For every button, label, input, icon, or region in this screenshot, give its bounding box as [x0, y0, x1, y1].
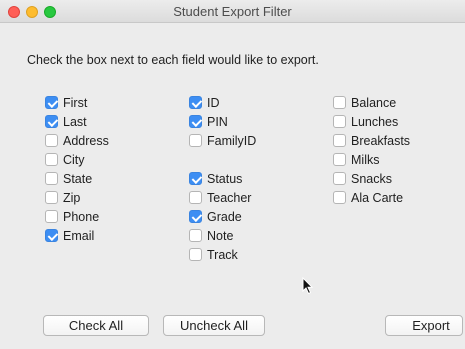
checkbox-snacks[interactable]: Snacks — [333, 170, 392, 187]
checkbox-grade[interactable]: Grade — [189, 208, 242, 225]
checkbox-status[interactable]: Status — [189, 170, 242, 187]
checkbox-label: Teacher — [207, 190, 252, 205]
checkbox-label: Note — [207, 228, 234, 243]
checkbox-label: State — [63, 171, 93, 186]
checkbox-last[interactable]: Last — [45, 113, 87, 130]
checkbox-ala-carte[interactable]: Ala Carte — [333, 189, 403, 206]
checkbox-id[interactable]: ID — [189, 94, 220, 111]
checkbox-familyid[interactable]: FamilyID — [189, 132, 256, 149]
checkbox-teacher[interactable]: Teacher — [189, 189, 251, 206]
checkbox-label: Breakfasts — [351, 133, 411, 148]
checkbox-box[interactable] — [45, 153, 58, 166]
checkbox-box[interactable] — [189, 172, 202, 185]
export-button[interactable]: Export — [385, 315, 463, 336]
checkbox-email[interactable]: Email — [45, 227, 94, 244]
checkbox-box[interactable] — [45, 191, 58, 204]
checkbox-box[interactable] — [45, 172, 58, 185]
checkbox-label: Zip — [63, 190, 81, 205]
checkbox-balance[interactable]: Balance — [333, 94, 396, 111]
checkbox-box[interactable] — [45, 229, 58, 242]
checkbox-label: Snacks — [351, 171, 392, 186]
checkbox-box[interactable] — [45, 96, 58, 109]
checkbox-lunches[interactable]: Lunches — [333, 113, 398, 130]
checkbox-label: City — [63, 152, 85, 167]
checkbox-box[interactable] — [189, 248, 202, 261]
checkbox-label: Grade — [207, 209, 242, 224]
checkbox-track[interactable]: Track — [189, 246, 238, 263]
checkbox-label: Phone — [63, 209, 100, 224]
checkbox-phone[interactable]: Phone — [45, 208, 99, 225]
checkbox-label: ID — [207, 95, 220, 110]
checkbox-label: FamilyID — [207, 133, 257, 148]
checkbox-box[interactable] — [189, 210, 202, 223]
checkbox-first[interactable]: First — [45, 94, 87, 111]
checkbox-pin[interactable]: PIN — [189, 113, 228, 130]
checkbox-label: Address — [63, 133, 109, 148]
checkbox-zip[interactable]: Zip — [45, 189, 80, 206]
checkbox-box[interactable] — [333, 134, 346, 147]
checkbox-city[interactable]: City — [45, 151, 85, 168]
checkbox-label: Track — [207, 247, 238, 262]
checkbox-label: Milks — [351, 152, 380, 167]
checkbox-label: PIN — [207, 114, 228, 129]
checkbox-label: Last — [63, 114, 87, 129]
checkbox-box[interactable] — [333, 96, 346, 109]
checkbox-box[interactable] — [189, 96, 202, 109]
uncheck-all-button[interactable]: Uncheck All — [163, 315, 265, 336]
checkbox-box[interactable] — [45, 210, 58, 223]
checkbox-address[interactable]: Address — [45, 132, 109, 149]
checkbox-box[interactable] — [189, 115, 202, 128]
instruction-text: Check the box next to each field would l… — [27, 53, 319, 67]
checkbox-box[interactable] — [45, 134, 58, 147]
checkbox-box[interactable] — [333, 153, 346, 166]
checkbox-box[interactable] — [189, 229, 202, 242]
checkbox-milks[interactable]: Milks — [333, 151, 379, 168]
checkbox-box[interactable] — [189, 134, 202, 147]
checkbox-label: Email — [63, 228, 95, 243]
checkbox-label: Ala Carte — [351, 190, 404, 205]
checkbox-label: Status — [207, 171, 243, 186]
title-bar: Student Export Filter — [0, 0, 465, 23]
checkbox-note[interactable]: Note — [189, 227, 233, 244]
checkbox-box[interactable] — [333, 191, 346, 204]
checkbox-box[interactable] — [333, 172, 346, 185]
check-all-button[interactable]: Check All — [43, 315, 149, 336]
window-title: Student Export Filter — [173, 4, 292, 19]
checkbox-box[interactable] — [45, 115, 58, 128]
checkbox-label: Balance — [351, 95, 397, 110]
checkbox-state[interactable]: State — [45, 170, 92, 187]
checkbox-breakfasts[interactable]: Breakfasts — [333, 132, 410, 149]
mouse-pointer-icon — [302, 277, 314, 295]
checkbox-box[interactable] — [189, 191, 202, 204]
checkbox-box[interactable] — [333, 115, 346, 128]
checkbox-label: Lunches — [351, 114, 399, 129]
checkbox-label: First — [63, 95, 88, 110]
